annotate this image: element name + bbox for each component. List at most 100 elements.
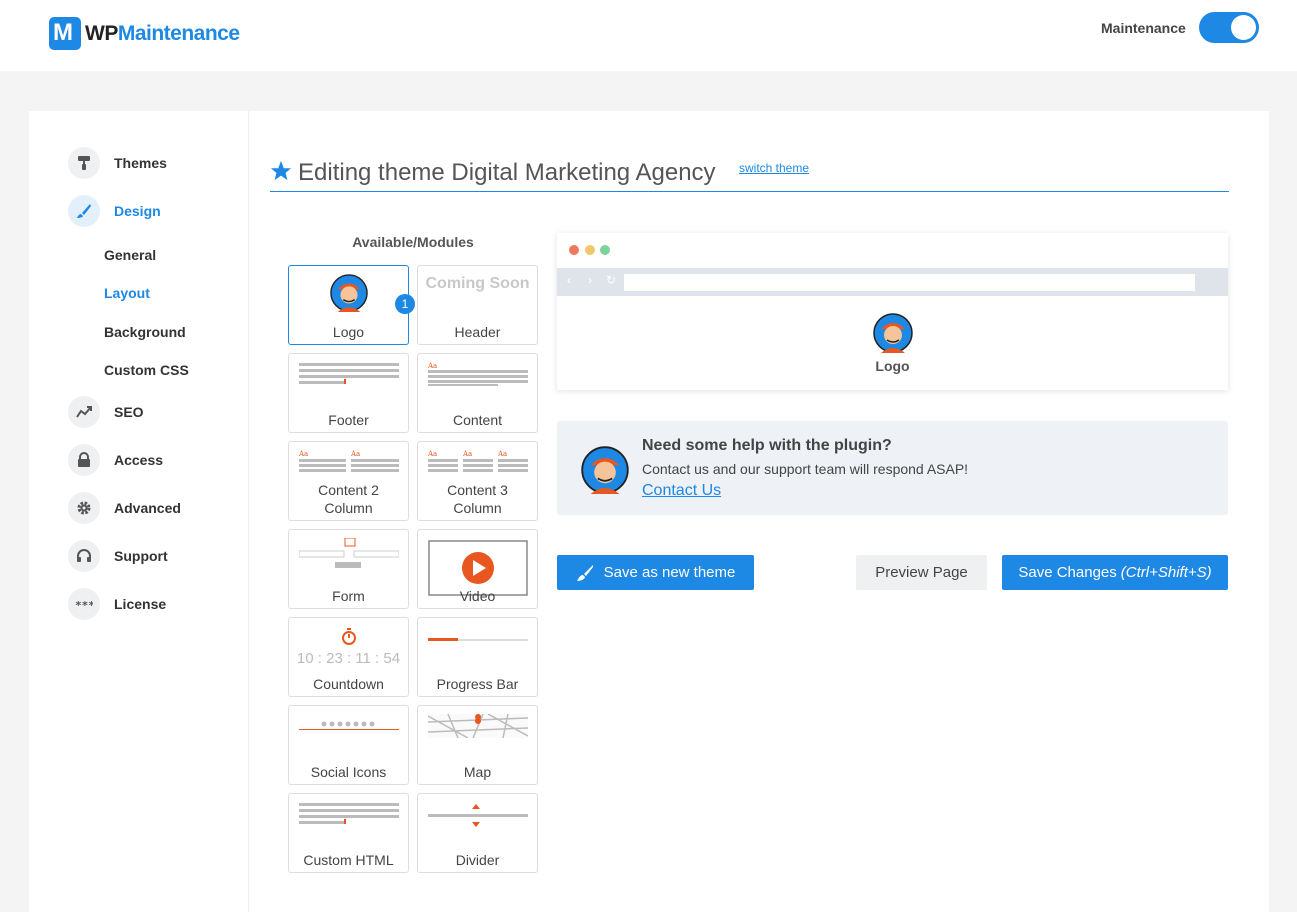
module-divider[interactable]: Divider	[417, 793, 538, 873]
svg-text:Aa: Aa	[299, 450, 308, 458]
sidebar-subitem-custom-css[interactable]: Custom CSS	[104, 362, 189, 378]
top-bar: M WPMaintenance Maintenance	[0, 0, 1297, 71]
modules-heading: Available/Modules	[352, 234, 474, 250]
brand-logo-letter: M	[53, 19, 73, 46]
module-label: Video	[459, 588, 496, 604]
sidebar-item-label: Advanced	[114, 500, 181, 516]
module-countdown[interactable]: 10 : 23 : 11 : 54 Countdown	[288, 617, 409, 697]
sidebar-item-support[interactable]: Support	[68, 540, 168, 572]
module-label: Content 2 Column	[289, 481, 408, 517]
back-arrow-icon: ‹	[567, 273, 571, 287]
toggle-knob	[1231, 15, 1256, 40]
gear-icon	[68, 492, 100, 524]
headset-icon	[68, 540, 100, 572]
module-label: Content	[452, 412, 503, 428]
content-lines-icon: Aa	[418, 362, 537, 386]
preview-mascot-icon[interactable]	[873, 313, 913, 358]
sidebar-item-license[interactable]: *** License	[68, 588, 166, 620]
sidebar-item-label: Access	[114, 452, 164, 468]
brand-name-prefix: WP	[85, 21, 118, 45]
module-logo[interactable]: Logo	[288, 265, 409, 345]
module-label-line: Column	[453, 500, 502, 516]
module-content-3-column[interactable]: Aa Aa Aa Content 3 Column	[417, 441, 538, 521]
selected-count-badge: 1	[395, 294, 415, 314]
maintenance-toggle[interactable]	[1199, 12, 1259, 43]
module-form[interactable]: Form	[288, 529, 409, 609]
maintenance-label: Maintenance	[1101, 20, 1186, 36]
svg-text:Aa: Aa	[497, 450, 507, 458]
module-label: Map	[463, 764, 492, 780]
svg-text:Aa: Aa	[462, 450, 472, 458]
password-icon: ***	[68, 588, 100, 620]
brush-icon	[68, 195, 100, 227]
module-label-line: Content 3	[447, 482, 508, 498]
brand-name-suffix: Maintenance	[117, 21, 240, 45]
page-title-row: Editing theme Digital Marketing Agency s…	[270, 156, 1229, 192]
module-label-line: Content 2	[318, 482, 379, 498]
module-content[interactable]: Aa Content	[417, 353, 538, 433]
switch-theme-link[interactable]: switch theme	[739, 161, 809, 175]
sidebar-item-label: Support	[114, 548, 168, 564]
sidebar: Themes Design General Layout Background …	[29, 111, 249, 912]
support-mascot-icon	[581, 446, 629, 499]
module-label: Content 3 Column	[418, 481, 537, 517]
save-as-new-theme-button[interactable]: Save as new theme	[557, 555, 754, 590]
module-label: Divider	[455, 852, 500, 868]
two-column-icon: Aa Aa	[289, 450, 408, 474]
save-changes-label: Save Changes	[1018, 564, 1117, 581]
brand-logo[interactable]: M WPMaintenance	[49, 17, 240, 50]
paint-roller-icon	[68, 147, 100, 179]
map-icon	[418, 714, 537, 738]
page-title: Editing theme Digital Marketing Agency	[298, 159, 716, 186]
layout-preview-window: ‹ › ↻ Logo	[557, 233, 1228, 390]
module-map[interactable]: Map	[417, 705, 538, 785]
text-lines-icon	[289, 362, 408, 384]
preview-page-button[interactable]: Preview Page	[856, 555, 987, 590]
three-column-icon: Aa Aa Aa	[418, 450, 537, 474]
star-icon	[270, 160, 292, 181]
preview-logo-label: Logo	[875, 358, 910, 374]
module-progress-bar[interactable]: Progress Bar	[417, 617, 538, 697]
module-preview-text: Coming Soon	[425, 275, 530, 292]
module-label: Progress Bar	[436, 676, 519, 692]
module-label: Header	[454, 324, 501, 340]
module-label: Footer	[328, 412, 369, 428]
contact-us-link[interactable]: Contact Us	[642, 482, 721, 500]
module-content-2-column[interactable]: Aa Aa Content 2 Column	[288, 441, 409, 521]
address-field	[624, 274, 1195, 291]
address-bar: ‹ › ↻	[557, 268, 1228, 296]
window-dot-red	[569, 245, 579, 255]
sidebar-item-seo[interactable]: SEO	[68, 396, 144, 428]
divider-icon	[418, 804, 537, 828]
forward-arrow-icon: ›	[588, 273, 592, 287]
sidebar-subitem-general[interactable]: General	[104, 247, 156, 263]
help-box: Need some help with the plugin? Contact …	[557, 421, 1228, 515]
module-label: Logo	[332, 324, 365, 340]
sidebar-item-design[interactable]: Design	[68, 195, 161, 227]
lock-icon	[68, 444, 100, 476]
sidebar-subitem-layout[interactable]: Layout	[104, 285, 150, 301]
form-icon	[289, 538, 408, 574]
social-icons-icon	[289, 720, 408, 732]
svg-text:Aa: Aa	[350, 450, 360, 458]
sidebar-item-advanced[interactable]: Advanced	[68, 492, 181, 524]
module-label: Form	[332, 588, 365, 604]
module-custom-html[interactable]: Custom HTML	[288, 793, 409, 873]
module-footer[interactable]: Footer	[288, 353, 409, 433]
stopwatch-icon	[289, 628, 408, 646]
svg-text:Aa: Aa	[428, 362, 437, 370]
module-header[interactable]: Coming Soon Header	[417, 265, 538, 345]
sidebar-subitem-background[interactable]: Background	[104, 324, 186, 340]
countdown-preview-text: 10 : 23 : 11 : 54	[296, 650, 401, 667]
brand-mark-icon: M	[49, 17, 81, 50]
text-lines-icon	[289, 802, 408, 824]
progress-bar-icon	[418, 638, 537, 642]
module-video[interactable]: Video	[417, 529, 538, 609]
svg-text:***: ***	[75, 600, 93, 608]
sidebar-item-themes[interactable]: Themes	[68, 147, 167, 179]
module-label: Social Icons	[310, 764, 387, 780]
save-shortcut-hint: (Ctrl+Shift+S)	[1120, 564, 1212, 581]
sidebar-item-access[interactable]: Access	[68, 444, 163, 476]
save-changes-button[interactable]: Save Changes (Ctrl+Shift+S)	[1002, 555, 1228, 590]
module-social-icons[interactable]: Social Icons	[288, 705, 409, 785]
